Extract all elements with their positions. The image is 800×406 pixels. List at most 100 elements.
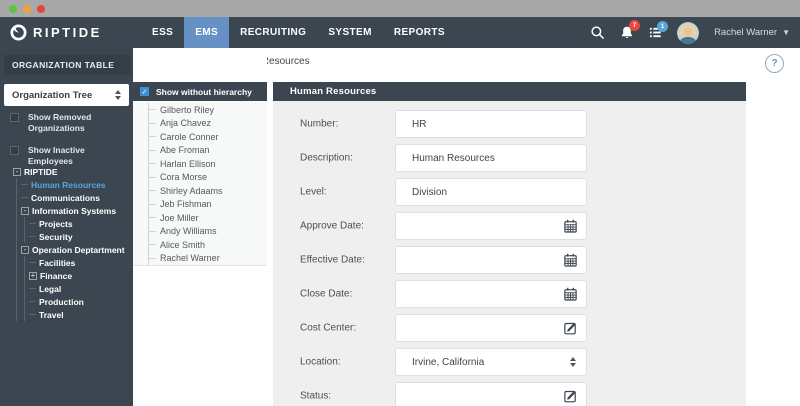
calendar-icon[interactable] [563, 219, 578, 234]
input-status[interactable] [395, 382, 587, 406]
field-label-approve-date: Approve Date: [300, 221, 364, 232]
field-row-number: Number:HR [273, 110, 746, 138]
detail-panel-title: Human Resources [273, 82, 746, 101]
employee-item-anja-chavez[interactable]: Anja Chavez [149, 117, 267, 131]
employee-item-alice-smith[interactable]: Alice Smith [149, 238, 267, 252]
field-row-description: Description:Human Resources [273, 144, 746, 172]
tasks-list-icon[interactable]: 1 [649, 26, 662, 39]
tree-item-label: Facilities [39, 258, 75, 268]
notifications-bell-icon[interactable]: 7 [620, 25, 634, 40]
nav-tab-ess[interactable]: ESS [141, 17, 184, 48]
tree-item-information-systems[interactable]: -Information Systems [21, 204, 133, 217]
window-light-green[interactable] [9, 5, 17, 13]
collapse-icon[interactable]: - [13, 168, 21, 176]
tree-item-facilities[interactable]: Facilities [29, 256, 133, 269]
user-avatar[interactable] [677, 22, 699, 44]
checkbox-unchecked-icon[interactable] [10, 146, 19, 155]
tree-item-finance[interactable]: +Finance [29, 269, 133, 282]
select-arrows-icon [115, 90, 121, 100]
filter-show-inactive-employees[interactable]: Show Inactive Employees [10, 145, 120, 166]
employee-item-joe-miller[interactable]: Joe Miller [149, 211, 267, 225]
nav-tab-ems[interactable]: EMS [184, 17, 229, 48]
tree-item-label: Production [39, 297, 84, 307]
input-approve-date[interactable] [395, 212, 587, 240]
input-cost-center[interactable] [395, 314, 587, 342]
edit-icon[interactable] [563, 321, 578, 336]
window-titlebar [0, 0, 800, 17]
tree-node: Security [29, 230, 133, 243]
tree-item-human-resources[interactable]: Human Resources [21, 178, 133, 191]
employee-item-andy-williams[interactable]: Andy Williams [149, 225, 267, 239]
nav-tab-recruiting[interactable]: RECRUITING [229, 17, 317, 48]
tree-children: Projects Security [24, 217, 133, 243]
checkbox-unchecked-icon[interactable] [10, 113, 19, 122]
calendar-icon[interactable] [563, 253, 578, 268]
tree-item-production[interactable]: Production [29, 295, 133, 308]
tree-item-label: Security [39, 232, 73, 242]
employee-item-abe-froman[interactable]: Abe Froman [149, 144, 267, 158]
tree-node: -Operation DeptartmentFacilities+Finance… [21, 243, 133, 321]
edit-icon[interactable] [563, 389, 578, 404]
tree-item-riptide[interactable]: -RIPTIDE [13, 165, 133, 178]
tree-node: +Finance [29, 269, 133, 282]
tree-item-projects[interactable]: Projects [29, 217, 133, 230]
employee-name: Alice Smith [160, 240, 205, 250]
tree-item-security[interactable]: Security [29, 230, 133, 243]
tasks-count-badge: 1 [657, 21, 668, 32]
employee-item-gilberto-riley[interactable]: Gilberto Riley [149, 103, 267, 117]
tree-item-communications[interactable]: Communications [21, 191, 133, 204]
employee-list: Gilberto Riley Anja Chavez Carole Conner Ab… [148, 103, 267, 265]
employee-item-harlan-ellison[interactable]: Harlan Ellison [149, 157, 267, 171]
app-logo[interactable]: RIPTIDE [10, 24, 102, 41]
nav-tab-system[interactable]: SYSTEM [317, 17, 383, 48]
filter-show-without-hierarchy[interactable]: ✓ Show without hierarchy [133, 82, 267, 101]
chevron-down-icon: ▼ [782, 28, 790, 37]
input-close-date[interactable] [395, 280, 587, 308]
employee-name: Harlan Ellison [160, 159, 216, 169]
field-row-location: Location:Irvine, California [273, 348, 746, 376]
organization-tree: -RIPTIDEHuman ResourcesCommunications-In… [0, 165, 133, 321]
employee-item-jeb-fishman[interactable]: Jeb Fishman [149, 198, 267, 212]
tree-item-operation-deptartment[interactable]: -Operation Deptartment [21, 243, 133, 256]
input-level[interactable]: Division [395, 178, 587, 206]
employee-item-carole-conner[interactable]: Carole Conner [149, 130, 267, 144]
filter-show-removed-organizations[interactable]: Show Removed Organizations [10, 112, 120, 133]
field-label-cost-center: Cost Center: [300, 323, 356, 334]
employee-item-shirley-adaams[interactable]: Shirley Adaams [149, 184, 267, 198]
field-value: Irvine, California [412, 357, 484, 368]
employee-panel: ✓ Show without hierarchy Gilberto Riley A… [133, 48, 267, 406]
help-button[interactable]: ? [765, 54, 784, 73]
filter-label: Show without hierarchy [156, 87, 252, 97]
input-description[interactable]: Human Resources [395, 144, 587, 172]
organization-view-select[interactable]: Organization Tree [4, 84, 129, 106]
input-effective-date[interactable] [395, 246, 587, 274]
input-number[interactable]: HR [395, 110, 587, 138]
checkbox-checked-icon[interactable]: ✓ [140, 87, 149, 96]
organization-detail-panel: Human Resources Number:HR Description:Hum… [273, 82, 746, 406]
employee-name: Anja Chavez [160, 118, 211, 128]
tree-item-legal[interactable]: Legal [29, 282, 133, 295]
search-icon[interactable] [590, 25, 605, 40]
collapse-icon[interactable]: - [21, 246, 29, 254]
employee-item-cora-morse[interactable]: Cora Morse [149, 171, 267, 185]
expand-icon[interactable]: + [29, 272, 37, 280]
employee-item-rachel-warner[interactable]: Rachel Warner [149, 252, 267, 266]
collapse-icon[interactable]: - [21, 207, 29, 215]
select-location[interactable]: Irvine, California [395, 348, 587, 376]
employee-name: Gilberto Riley [160, 105, 214, 115]
employee-name: Jeb Fishman [160, 199, 212, 209]
tree-item-travel[interactable]: Travel [29, 308, 133, 321]
field-row-status: Status: [273, 382, 746, 406]
tree-children: Facilities+FinanceLegal ProductionTravel [24, 256, 133, 321]
employee-name: Shirley Adaams [160, 186, 223, 196]
tree-children: Human ResourcesCommunications-Informatio… [16, 178, 133, 321]
nav-tab-reports[interactable]: REPORTS [383, 17, 456, 48]
user-menu[interactable]: Rachel Warner ▼ [714, 27, 790, 38]
window-light-yellow[interactable] [23, 5, 31, 13]
employee-name: Carole Conner [160, 132, 219, 142]
field-value: HR [412, 119, 426, 130]
tree-node: Communications [21, 191, 133, 204]
organization-form: Number:HRDescription:Human ResourcesLeve… [273, 101, 746, 406]
window-light-red[interactable] [37, 5, 45, 13]
calendar-icon[interactable] [563, 287, 578, 302]
